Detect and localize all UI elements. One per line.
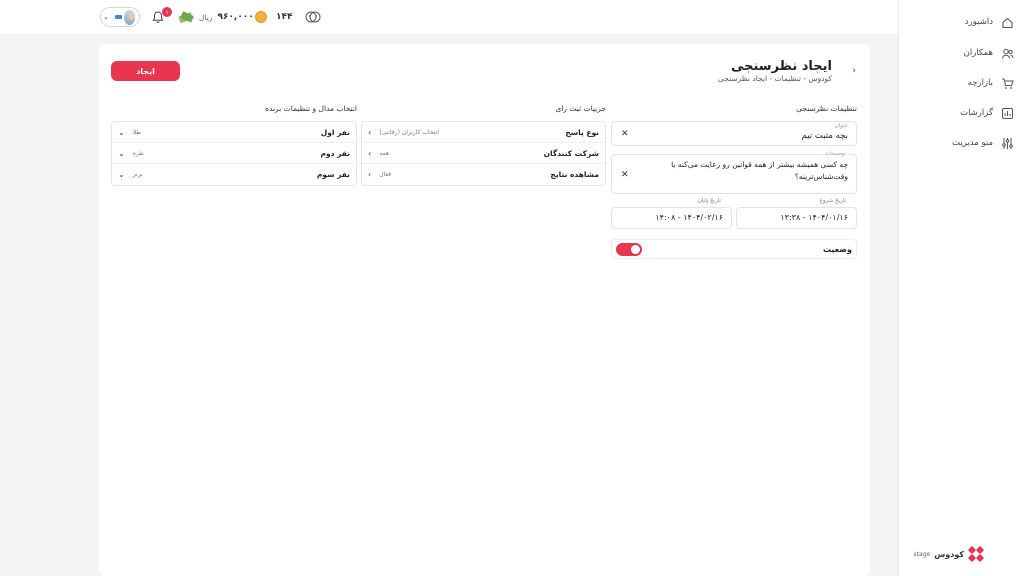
money-icon bbox=[178, 11, 194, 23]
title-label: عنوان bbox=[834, 123, 848, 129]
users-icon bbox=[1000, 46, 1014, 60]
chevron-left-icon: › bbox=[368, 148, 372, 158]
date-row: تاریخ شروع ۱۴۰۴/۰۱/۱۶ - ۱۳:۳۸ تاریخ پایا… bbox=[611, 198, 857, 229]
sidebar-item-label: گزارشات bbox=[960, 108, 993, 118]
sidebar-item-admin-menu[interactable]: منو مدیریت bbox=[952, 136, 1014, 150]
row-value: همه bbox=[379, 149, 390, 157]
brand: stage کودوس bbox=[914, 546, 984, 562]
home-icon bbox=[1000, 15, 1014, 29]
notification-badge: ۱ bbox=[162, 7, 172, 17]
main-card: ایجاد › ایجاد نظرسنجی کودوس - تنظیمات - … bbox=[99, 44, 870, 576]
section-heading: جزییات ثبت رای bbox=[555, 104, 606, 113]
sidebar-item-label: داشبورد bbox=[964, 17, 993, 27]
list-item-participants[interactable]: شرکت کنندگان همه › bbox=[362, 143, 605, 164]
description-line-2: وقت‌شناس‌تر‌ینه؟ bbox=[794, 172, 848, 181]
chevron-left-icon: › bbox=[368, 170, 372, 179]
list-item-first-place[interactable]: نفر اول طلا ⌄ bbox=[112, 122, 356, 143]
title-field[interactable]: عنوان بچه مثبت تیم ✕ bbox=[611, 121, 857, 146]
sidebar-item-label: منو مدیریت bbox=[952, 138, 993, 148]
survey-settings-section: تنظیمات نظرسنجی عنوان بچه مثبت تیم ✕ توض… bbox=[611, 104, 857, 259]
language-flag-icon bbox=[114, 15, 122, 19]
wallet-balance: ریال ۹۶۰,۰۰۰ bbox=[178, 0, 254, 34]
vote-details-section: جزییات ثبت رای نوع پاسخ انتخاب کاربران (… bbox=[361, 104, 606, 186]
end-date-label: تاریخ پایان bbox=[697, 198, 721, 204]
sidebar-item-dashboard[interactable]: داشبورد bbox=[965, 15, 1014, 29]
avatar bbox=[123, 9, 135, 25]
clear-description-icon[interactable]: ✕ bbox=[621, 170, 629, 180]
row-label: نفر دوم bbox=[320, 148, 351, 158]
row-label: شرکت کنندگان bbox=[543, 148, 599, 158]
row-value: انتخاب کاربران (رقابتی) bbox=[379, 128, 439, 136]
row-label: نفر اول bbox=[320, 127, 350, 137]
end-date-value: ۱۴۰۴/۰۲/۱۶ - ۱۴:۰۸ bbox=[655, 213, 723, 222]
emoji-button[interactable] bbox=[305, 0, 321, 34]
medals-section: انتخاب مدال و تنظیمات برنده نفر اول طلا ⌄… bbox=[111, 104, 357, 186]
chevron-down-icon: ⌄ bbox=[118, 148, 125, 158]
status-label: وضعیت bbox=[823, 245, 852, 254]
profile-menu[interactable]: ⌄ bbox=[100, 7, 140, 27]
brand-suffix: stage bbox=[913, 550, 931, 558]
status-toggle[interactable] bbox=[616, 243, 642, 256]
row-label: مشاهده نتایج bbox=[550, 170, 599, 179]
section-heading: انتخاب مدال و تنظیمات برنده bbox=[265, 104, 357, 113]
start-date-label: تاریخ شروع bbox=[819, 198, 846, 204]
chevron-left-icon: › bbox=[368, 127, 372, 137]
row-label: نفر سوم bbox=[316, 170, 350, 179]
start-date-field[interactable]: تاریخ شروع ۱۴۰۴/۰۱/۱۶ - ۱۳:۳۸ bbox=[736, 198, 857, 229]
list-item-view-results[interactable]: مشاهده نتایج فعال › bbox=[362, 164, 605, 185]
sidebar-item-label: بازارچه bbox=[967, 78, 993, 88]
page-title: ایجاد نظرسنجی bbox=[730, 59, 832, 74]
brand-name: کودوس bbox=[934, 549, 964, 559]
list-item-third-place[interactable]: نفر سوم برنز ⌄ bbox=[112, 164, 356, 185]
notification-button[interactable]: ۱ bbox=[152, 0, 172, 34]
sidebar-item-label: همکاران bbox=[963, 48, 993, 58]
status-row: وضعیت bbox=[611, 239, 857, 259]
chart-icon bbox=[1000, 106, 1014, 120]
sidebar-item-colleagues[interactable]: همکاران bbox=[964, 46, 1014, 60]
sidebar-item-reports[interactable]: گزارشات bbox=[960, 106, 1014, 120]
chevron-down-icon: ⌄ bbox=[118, 170, 125, 179]
toggle-knob bbox=[631, 245, 640, 254]
chevron-down-icon: ⌄ bbox=[118, 127, 125, 137]
description-line-1: چه کسی همیشه بیشتر از همه قوانین رو رعای… bbox=[671, 160, 848, 169]
sidebar-item-market[interactable]: بازارچه bbox=[968, 76, 1014, 90]
money-unit: ریال bbox=[199, 12, 213, 22]
row-label: نوع پاسخ bbox=[565, 127, 599, 137]
back-arrow-icon[interactable]: › bbox=[852, 66, 856, 76]
end-date-field[interactable]: تاریخ پایان ۱۴۰۴/۰۲/۱۶ - ۱۴:۰۸ bbox=[611, 198, 732, 229]
money-amount: ۹۶۰,۰۰۰ bbox=[217, 12, 254, 22]
smiley-icon bbox=[305, 11, 321, 23]
row-value: فعال bbox=[379, 171, 392, 178]
create-button[interactable]: ایجاد bbox=[111, 61, 180, 81]
top-bar: ⌄ ۱ ریال ۹۶۰,۰۰۰ ۱۴۴ bbox=[0, 0, 898, 34]
chevron-down-icon: ⌄ bbox=[103, 13, 109, 21]
coin-icon bbox=[255, 11, 267, 23]
breadcrumb: کودوس - تنظیمات - ایجاد نظرسنجی bbox=[718, 74, 832, 83]
details-list: نوع پاسخ انتخاب کاربران (رقابتی) › شرکت ک… bbox=[361, 121, 606, 186]
description-field[interactable]: توضیحات چه کسی همیشه بیشتر از همه قوانین… bbox=[611, 151, 857, 194]
row-value: برنز bbox=[132, 171, 143, 178]
row-value: طلا bbox=[132, 128, 142, 136]
logo-icon bbox=[968, 546, 984, 562]
list-item-answer-type[interactable]: نوع پاسخ انتخاب کاربران (رقابتی) › bbox=[362, 122, 605, 143]
title-value: بچه مثبت تیم bbox=[801, 131, 848, 141]
sliders-icon bbox=[1000, 136, 1014, 150]
start-date-value: ۱۴۰۴/۰۱/۱۶ - ۱۳:۳۸ bbox=[780, 213, 848, 222]
sidebar: داشبورد همکاران بازارچه گزارشات منو مدیر… bbox=[898, 0, 1024, 576]
coin-balance: ۱۴۴ bbox=[255, 0, 292, 34]
row-value: نقره bbox=[132, 149, 144, 157]
medals-list: نفر اول طلا ⌄ نفر دوم نقره ⌄ نفر سوم برنز ⌄ bbox=[111, 121, 357, 186]
list-item-second-place[interactable]: نفر دوم نقره ⌄ bbox=[112, 143, 356, 164]
cart-icon bbox=[1000, 76, 1014, 90]
clear-title-icon[interactable]: ✕ bbox=[621, 129, 629, 139]
section-heading: تنظیمات نظرسنجی bbox=[796, 104, 857, 113]
description-label: توضیحات bbox=[822, 151, 848, 157]
coin-amount: ۱۴۴ bbox=[276, 12, 293, 22]
